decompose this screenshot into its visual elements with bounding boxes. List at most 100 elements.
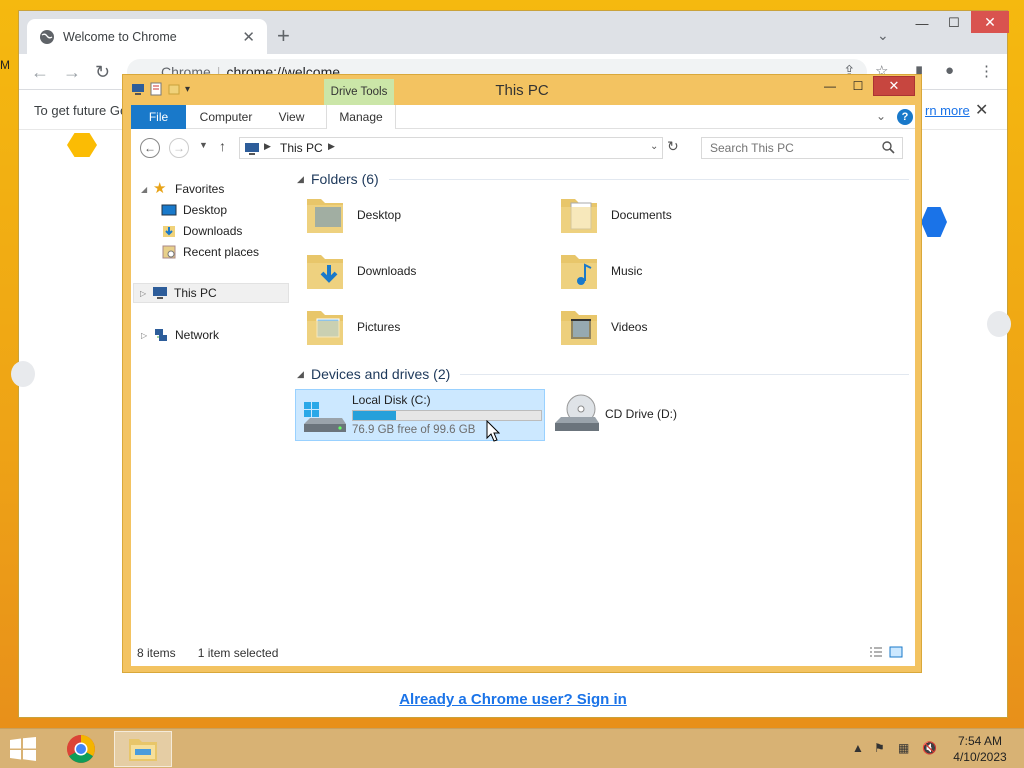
maximize-button[interactable]: ☐ bbox=[847, 76, 869, 96]
tab-file[interactable]: File bbox=[131, 105, 186, 129]
folder-pictures[interactable]: Pictures bbox=[301, 301, 551, 353]
profile-icon[interactable]: ● bbox=[945, 62, 954, 79]
help-icon[interactable]: ? bbox=[897, 109, 913, 125]
folder-videos[interactable]: Videos bbox=[555, 301, 805, 353]
group-header-folders[interactable]: ◢ Folders (6) bbox=[297, 169, 909, 189]
chevron-down-icon[interactable]: ⌄ bbox=[650, 141, 658, 152]
cd-drive-icon bbox=[555, 394, 599, 431]
network-icon[interactable]: ▦ bbox=[898, 741, 909, 755]
refresh-icon[interactable]: ↻ bbox=[667, 138, 679, 155]
minimize-button[interactable]: — bbox=[819, 76, 841, 96]
chevron-down-icon[interactable]: ⌄ bbox=[876, 109, 886, 123]
forward-arrow-icon[interactable]: → bbox=[63, 62, 81, 83]
chrome-tab-welcome[interactable]: Welcome to Chrome ✕ bbox=[27, 19, 267, 54]
status-item-count: 8 items bbox=[137, 645, 176, 660]
taskbar-clock[interactable]: 7:54 AM 4/10/2023 bbox=[944, 733, 1016, 765]
taskbar-file-explorer[interactable] bbox=[114, 731, 172, 767]
decorative-shape bbox=[11, 361, 35, 387]
explorer-body: ← → ▼ ↑ ▶ This PC ▶ ⌄ ↻ ◢ ★ bbox=[131, 129, 915, 666]
group-title: Folders (6) bbox=[311, 171, 379, 187]
tab-manage[interactable]: Manage bbox=[326, 105, 396, 129]
windows-start-icon[interactable] bbox=[8, 737, 38, 761]
sign-in-link[interactable]: Already a Chrome user? Sign in bbox=[19, 691, 1007, 708]
menu-icon[interactable]: ⋮ bbox=[979, 62, 994, 80]
group-title: Devices and drives (2) bbox=[311, 366, 451, 382]
navigation-pane: ◢ ★ Favorites Desktop Downloads Recent p… bbox=[131, 169, 293, 639]
drive-local-disk-c[interactable]: Local Disk (C:) 76.9 GB free of 99.6 GB bbox=[295, 389, 545, 441]
drive-cd-d[interactable]: CD Drive (D:) bbox=[549, 389, 799, 441]
chrome-tab-title: Welcome to Chrome bbox=[63, 29, 177, 44]
minimize-button[interactable]: — bbox=[905, 11, 939, 35]
taskbar: ▲ ⚑ ▦ 🔇 7:54 AM 4/10/2023 bbox=[0, 728, 1024, 768]
volume-muted-icon[interactable]: 🔇 bbox=[922, 741, 937, 755]
address-row: ← → ▼ ↑ ▶ This PC ▶ ⌄ ↻ bbox=[131, 129, 915, 169]
desktop-edge-label: M bbox=[0, 58, 10, 72]
folder-documents-icon bbox=[561, 199, 597, 233]
chevron-up-icon[interactable]: ▲ bbox=[852, 741, 864, 755]
folder-label: Documents bbox=[611, 208, 672, 222]
search-input[interactable] bbox=[701, 137, 903, 159]
folder-documents[interactable]: Documents bbox=[555, 189, 805, 241]
flag-icon[interactable]: ⚑ bbox=[874, 741, 885, 755]
recent-places-icon bbox=[162, 245, 176, 259]
folder-label: Videos bbox=[611, 320, 648, 334]
up-arrow-icon[interactable]: ↑ bbox=[219, 138, 226, 154]
explorer-titlebar: ▾ Drive Tools This PC — ☐ ✕ bbox=[123, 75, 921, 105]
sidebar-item-desktop[interactable]: Desktop bbox=[161, 200, 227, 220]
expand-icon[interactable]: ▷ bbox=[140, 289, 152, 298]
sidebar-item-this-pc[interactable]: ▷ This PC bbox=[133, 283, 289, 303]
folder-desktop-icon bbox=[307, 199, 343, 233]
folder-label: Music bbox=[611, 264, 643, 278]
address-bar[interactable]: ▶ This PC ▶ ⌄ bbox=[239, 137, 663, 159]
collapse-icon[interactable]: ◢ bbox=[297, 369, 311, 380]
clock-date: 4/10/2023 bbox=[953, 750, 1007, 764]
collapse-icon[interactable]: ◢ bbox=[297, 174, 311, 185]
drive-usage-bar bbox=[352, 410, 542, 421]
drive-free-space: 76.9 GB free of 99.6 GB bbox=[352, 424, 476, 436]
folder-desktop[interactable]: Desktop bbox=[301, 189, 551, 241]
sidebar-item-network[interactable]: ▷ Network bbox=[141, 325, 219, 345]
folder-downloads[interactable]: Downloads bbox=[301, 245, 551, 297]
desktop: M Welcome to Chrome ✕ + ⌄ — ☐ ✕ ← → ↻ Ch… bbox=[0, 0, 1024, 728]
folder-music-icon bbox=[561, 255, 597, 289]
tab-view[interactable]: View bbox=[269, 105, 314, 129]
taskbar-chrome[interactable] bbox=[52, 731, 110, 767]
chevron-down-icon[interactable]: ⌄ bbox=[877, 27, 889, 44]
sidebar-item-label: Network bbox=[175, 328, 220, 342]
sidebar-item-downloads[interactable]: Downloads bbox=[161, 221, 242, 241]
folder-music[interactable]: Music bbox=[555, 245, 805, 297]
group-header-devices[interactable]: ◢ Devices and drives (2) bbox=[297, 364, 909, 384]
details-view-icon[interactable] bbox=[869, 646, 883, 658]
tiles-view-icon[interactable] bbox=[889, 646, 903, 658]
clock-time: 7:54 AM bbox=[957, 734, 1003, 748]
forward-arrow-icon[interactable]: → bbox=[169, 138, 189, 158]
close-icon[interactable]: ✕ bbox=[242, 28, 255, 46]
back-arrow-icon[interactable]: ← bbox=[31, 62, 49, 83]
tab-computer[interactable]: Computer bbox=[191, 105, 261, 129]
decorative-shape bbox=[987, 311, 1011, 337]
reload-icon[interactable]: ↻ bbox=[95, 62, 110, 83]
chevron-down-icon[interactable]: ▼ bbox=[199, 140, 208, 150]
expand-icon[interactable]: ◢ bbox=[141, 185, 153, 194]
folder-icon bbox=[129, 739, 157, 761]
expand-icon[interactable]: ▷ bbox=[141, 331, 153, 340]
chevron-right-icon[interactable]: ▶ bbox=[264, 141, 271, 152]
close-button[interactable]: ✕ bbox=[971, 11, 1009, 33]
close-button[interactable]: ✕ bbox=[873, 76, 915, 96]
maximize-button[interactable]: ☐ bbox=[937, 11, 971, 35]
sidebar-item-label: This PC bbox=[174, 286, 217, 300]
breadcrumb[interactable]: This PC bbox=[280, 141, 323, 155]
sidebar-item-label: Recent places bbox=[183, 245, 260, 259]
back-arrow-icon[interactable]: ← bbox=[140, 138, 160, 158]
new-tab-button[interactable]: + bbox=[277, 25, 290, 47]
learn-more-link[interactable]: rn more bbox=[925, 103, 970, 118]
computer-icon bbox=[153, 287, 167, 299]
sidebar-item-recent-places[interactable]: Recent places bbox=[161, 242, 259, 262]
status-selected-count: 1 item selected bbox=[197, 645, 279, 660]
sidebar-item-favorites[interactable]: ◢ ★ Favorites bbox=[141, 179, 224, 199]
folder-pictures-icon bbox=[307, 311, 343, 345]
chevron-right-icon[interactable]: ▶ bbox=[328, 141, 335, 152]
close-icon[interactable]: ✕ bbox=[975, 100, 988, 120]
search-icon[interactable] bbox=[881, 140, 895, 154]
decorative-shape bbox=[921, 207, 947, 237]
